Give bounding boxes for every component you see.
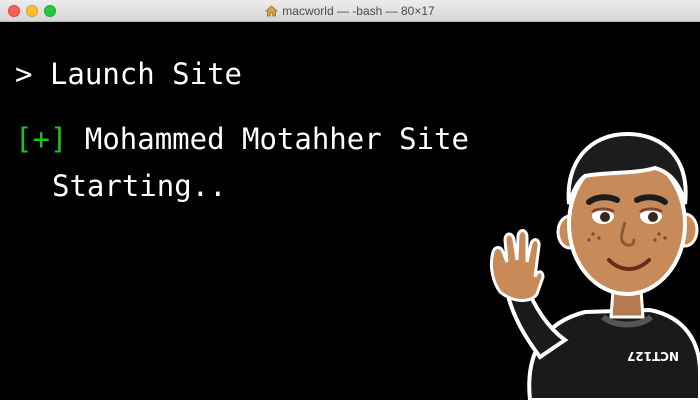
- status-marker: [+]: [15, 122, 68, 156]
- prompt-symbol: >: [15, 57, 33, 91]
- terminal-window: macworld — -bash — 80×17 > Launch Site […: [0, 0, 700, 400]
- command-line: > Launch Site: [15, 57, 242, 91]
- window-title-container: macworld — -bash — 80×17: [0, 0, 700, 22]
- status-message: Mohammed Motahher Site: [84, 122, 469, 156]
- home-folder-icon: [265, 2, 279, 24]
- command-text: Launch Site: [49, 57, 242, 91]
- title-bar: macworld — -bash — 80×17: [0, 0, 700, 22]
- status-line: [+] Mohammed Motahher Site: [15, 122, 469, 156]
- waving-avatar-image: NCT127: [485, 112, 700, 400]
- window-title: macworld — -bash — 80×17: [282, 4, 435, 18]
- avatar-shirt-text: NCT127: [627, 349, 679, 363]
- status-message-continuation: Starting..: [52, 169, 227, 203]
